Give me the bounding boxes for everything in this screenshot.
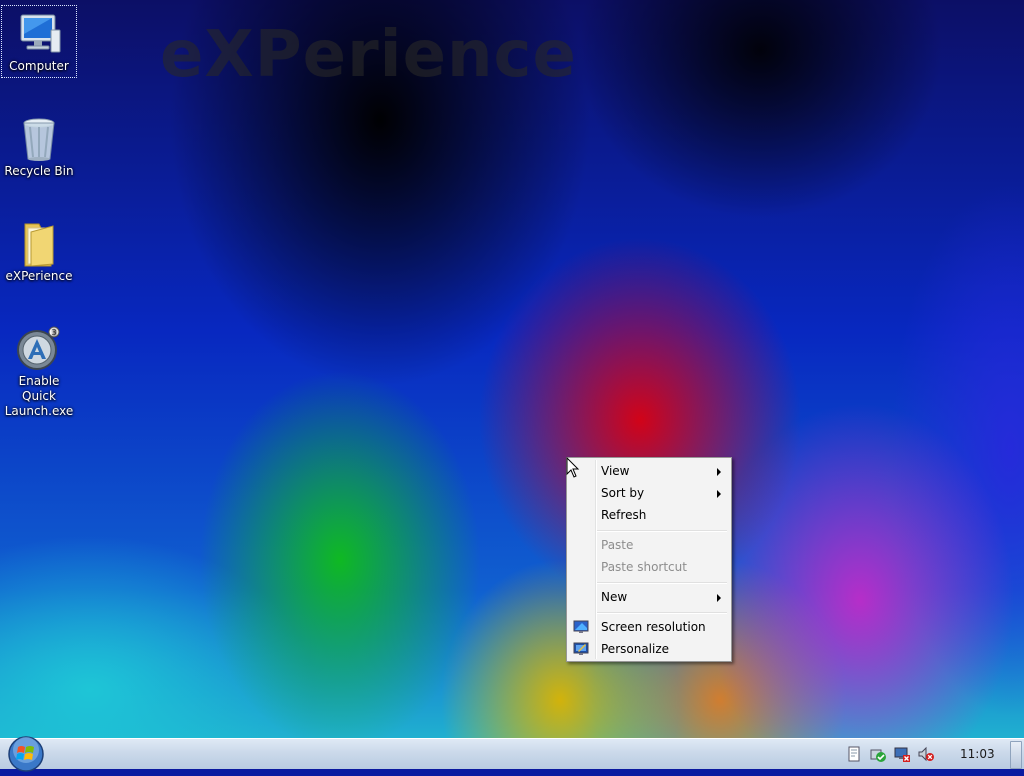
- desktop-icon-recycle-bin[interactable]: Recycle Bin: [2, 111, 76, 182]
- desktop-icon-experience-folder[interactable]: eXPerience: [2, 216, 76, 287]
- desktop[interactable]: eXPerience Computer Recycle Bin eXPerien…: [0, 0, 1024, 738]
- show-desktop-button[interactable]: [1010, 741, 1022, 769]
- menu-item-personalize[interactable]: Personalize: [569, 638, 729, 660]
- menu-item-label: Paste: [601, 538, 634, 552]
- desktop-context-menu: View Sort by Refresh Paste Paste shortcu…: [566, 457, 732, 662]
- menu-separator: [597, 530, 727, 532]
- quick-launch-icon: 3: [15, 325, 63, 373]
- desktop-icon-enable-quick-launch[interactable]: 3 Enable Quick Launch.exe: [2, 321, 76, 422]
- menu-item-label: New: [601, 590, 628, 604]
- menu-item-label: Sort by: [601, 486, 645, 500]
- desktop-icon-label: Enable Quick Launch.exe: [4, 374, 74, 418]
- menu-item-screen-resolution[interactable]: Screen resolution: [569, 616, 729, 638]
- computer-icon: [15, 10, 63, 58]
- menu-item-label: View: [601, 464, 630, 478]
- submenu-arrow-icon: [717, 594, 721, 602]
- menu-item-sort-by[interactable]: Sort by: [569, 482, 729, 504]
- taskbar: 11:03: [0, 736, 1024, 772]
- menu-item-label: Screen resolution: [601, 620, 706, 634]
- mouse-cursor-icon: [566, 456, 580, 482]
- menu-item-new[interactable]: New: [569, 586, 729, 608]
- submenu-arrow-icon: [717, 490, 721, 498]
- network-disconnected-icon[interactable]: [894, 746, 910, 762]
- menu-item-refresh[interactable]: Refresh: [569, 504, 729, 526]
- desktop-icon-computer[interactable]: Computer: [1, 5, 77, 78]
- menu-separator: [597, 612, 727, 614]
- desktop-icon-label: Computer: [9, 59, 69, 73]
- menu-item-label: Personalize: [601, 642, 670, 656]
- screen-resolution-icon: [573, 619, 589, 635]
- desktop-icon-label: eXPerience: [5, 269, 73, 283]
- folder-icon: [15, 220, 63, 268]
- security-shield-icon[interactable]: [870, 746, 886, 762]
- menu-item-label: Refresh: [601, 508, 647, 522]
- recycle-bin-icon: [15, 115, 63, 163]
- menu-item-paste[interactable]: Paste: [569, 534, 729, 556]
- menu-item-paste-shortcut[interactable]: Paste shortcut: [569, 556, 729, 578]
- volume-muted-icon[interactable]: [918, 746, 934, 762]
- personalize-icon: [573, 641, 589, 657]
- svg-text:3: 3: [51, 328, 56, 337]
- taskbar-clock[interactable]: 11:03: [960, 747, 995, 761]
- desktop-icon-label: Recycle Bin: [4, 164, 74, 178]
- menu-item-label: Paste shortcut: [601, 560, 687, 574]
- wallpaper-watermark: eXPerience: [160, 18, 577, 92]
- submenu-arrow-icon: [717, 468, 721, 476]
- menu-item-view[interactable]: View: [569, 460, 729, 482]
- start-button[interactable]: [7, 735, 45, 773]
- action-center-icon[interactable]: [846, 746, 862, 762]
- windows-logo-icon: [8, 736, 44, 772]
- menu-separator: [597, 582, 727, 584]
